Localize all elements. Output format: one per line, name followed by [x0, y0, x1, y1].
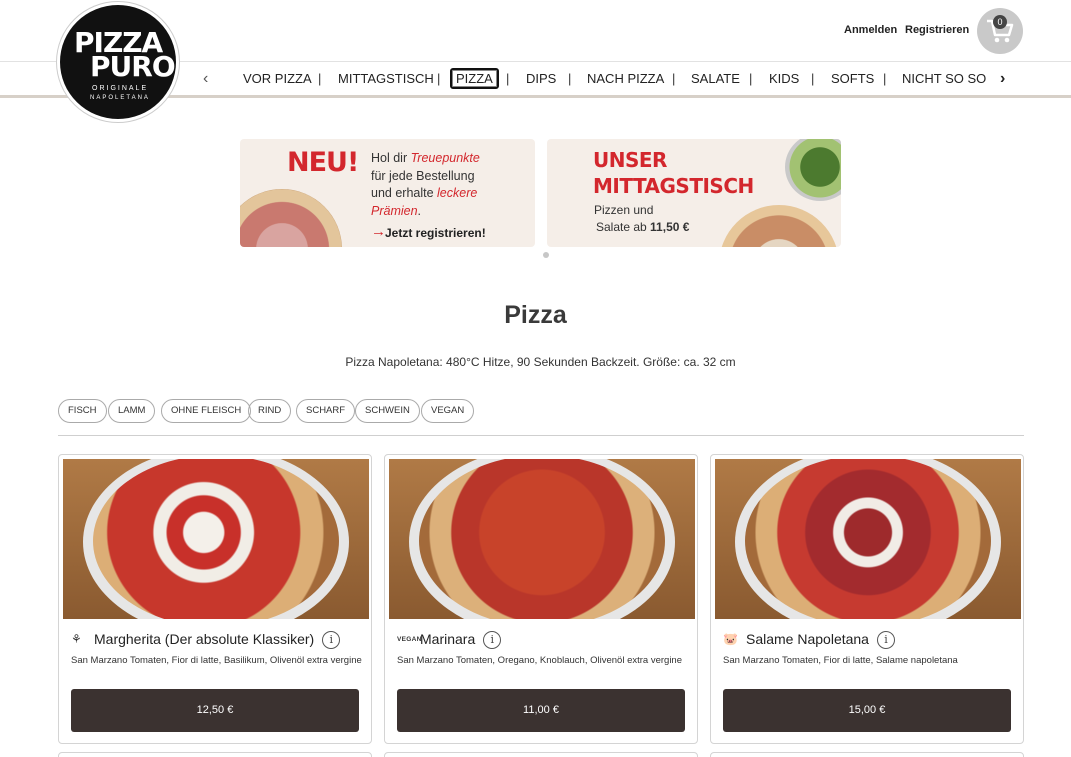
add-to-cart-button[interactable]: 15,00 €	[723, 689, 1011, 732]
vegan-icon: VEGAN	[397, 636, 422, 643]
product-image[interactable]	[715, 459, 1021, 619]
login-link[interactable]: Anmelden	[844, 24, 897, 36]
add-to-cart-button[interactable]: 11,00 €	[397, 689, 685, 732]
nav-item-vor-pizza[interactable]: VOR PIZZA	[243, 71, 312, 86]
product-card: 🐷 Salame Napoletana i San Marzano Tomaten…	[710, 454, 1024, 744]
nav-item-mittagstisch[interactable]: MITTAGSTISCH	[338, 71, 434, 86]
pizza-image	[240, 189, 342, 247]
divider	[58, 435, 1024, 436]
product-card	[710, 752, 1024, 757]
cart-count-badge: 0	[993, 15, 1007, 29]
product-name: Margherita (Der absolute Klassiker) i	[94, 631, 341, 650]
nav-item-softs[interactable]: SOFTS	[831, 71, 874, 86]
nav-separator: |	[749, 71, 753, 86]
product-card: ⚘ Margherita (Der absolute Klassiker) i S…	[58, 454, 372, 744]
info-icon[interactable]: i	[322, 631, 341, 650]
nav-separator: |	[318, 71, 322, 86]
nav-next-arrow-icon[interactable]: ›	[1000, 70, 1005, 88]
lunch-banner[interactable]: UNSER MITTAGSTISCH Pizzen und Salate ab …	[547, 139, 841, 247]
filter-schwein[interactable]: SCHWEIN	[355, 399, 420, 423]
product-card	[58, 752, 372, 757]
pizza-puro-logo[interactable]: PIZZA PURO ORIGINALE NAPOLETANA	[57, 2, 179, 122]
salad-image	[785, 139, 841, 201]
nav-separator: |	[568, 71, 572, 86]
filter-lamm[interactable]: LAMM	[108, 399, 156, 423]
product-name: Salame Napoletana i	[746, 631, 895, 650]
info-icon[interactable]: i	[876, 631, 895, 650]
banner-text: Pizzen und	[594, 203, 654, 217]
page-title: Pizza	[504, 301, 567, 329]
info-icon[interactable]: i	[483, 631, 502, 650]
filter-vegan[interactable]: VEGAN	[421, 399, 475, 423]
nav-separator: |	[811, 71, 815, 86]
section-subtitle: Pizza Napoletana: 480°C Hitze, 90 Sekund…	[345, 355, 736, 369]
arrow-right-icon: →	[371, 223, 386, 240]
carousel-dot[interactable]	[543, 252, 549, 258]
product-image[interactable]	[63, 459, 369, 619]
nav-item-pizza[interactable]: PIZZA	[450, 68, 499, 89]
pig-icon: 🐷	[723, 632, 738, 646]
product-description: San Marzano Tomaten, Fior di latte, Sala…	[723, 655, 958, 666]
nav-item-nicht-so-so[interactable]: NICHT SO SO	[902, 71, 986, 86]
product-card: VEGAN Marinara i San Marzano Tomaten, Ore…	[384, 454, 698, 744]
nav-item-kids[interactable]: KIDS	[769, 71, 799, 86]
product-name: Marinara i	[420, 631, 502, 650]
filter-ohne-fleisch[interactable]: OHNE FLEISCH	[161, 399, 252, 423]
loyalty-banner[interactable]: NEU! Hol dir Treuepunkte für jede Bestel…	[240, 139, 535, 247]
nav-prev-arrow-icon[interactable]: ‹	[203, 70, 208, 88]
register-cta[interactable]: Jetzt registrieren!	[385, 226, 486, 240]
filter-rind[interactable]: RIND	[248, 399, 292, 423]
filter-fisch[interactable]: FISCH	[58, 399, 107, 423]
nav-item-salate[interactable]: SALATE	[691, 71, 740, 86]
pizza-image	[719, 205, 839, 247]
product-image[interactable]	[389, 459, 695, 619]
add-to-cart-button[interactable]: 12,50 €	[71, 689, 359, 732]
nav-separator: |	[506, 71, 510, 86]
filter-scharf[interactable]: SCHARF	[296, 399, 356, 423]
vegetarian-icon: ⚘	[71, 632, 82, 646]
nav-separator: |	[883, 71, 887, 86]
product-description: San Marzano Tomaten, Fior di latte, Basi…	[71, 655, 362, 666]
banner-headline: NEU!	[287, 147, 359, 178]
banner-headline: UNSER MITTAGSTISCH	[593, 148, 754, 198]
nav-item-nach-pizza[interactable]: NACH PIZZA	[587, 71, 664, 86]
nav-separator: |	[437, 71, 441, 86]
cart-button[interactable]: 0	[977, 8, 1023, 54]
product-card	[384, 752, 698, 757]
banner-text: Hol dir Treuepunkte für jede Bestellung …	[371, 151, 480, 218]
product-description: San Marzano Tomaten, Oregano, Knoblauch,…	[397, 655, 682, 666]
register-link[interactable]: Registrieren	[905, 24, 969, 36]
banner-price-text: Salate ab 11,50 €	[596, 220, 690, 234]
nav-item-dips[interactable]: DIPS	[526, 71, 556, 86]
nav-separator: |	[672, 71, 676, 86]
